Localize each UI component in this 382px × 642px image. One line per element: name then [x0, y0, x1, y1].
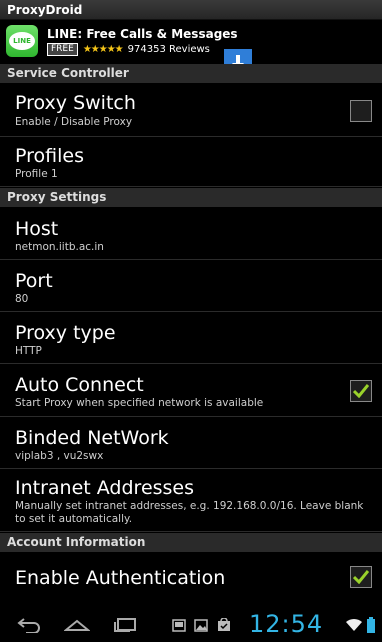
auto-connect-checkbox[interactable]: [350, 380, 372, 402]
line-app-icon: LINE: [6, 25, 38, 57]
proxy-switch-checkbox[interactable]: [350, 100, 372, 122]
pref-title: Intranet Addresses: [15, 477, 195, 499]
recent-apps-icon[interactable]: [110, 608, 140, 642]
wifi-icon: [344, 608, 364, 642]
system-navigation-bar: 12:54: [0, 608, 382, 642]
pref-summary: Profile 1: [15, 168, 58, 180]
pref-summary: Enable / Disable Proxy: [15, 116, 133, 128]
pref-summary: Start Proxy when specified network is av…: [15, 397, 264, 409]
section-header-proxy: Proxy Settings: [0, 188, 382, 207]
enable-auth-checkbox[interactable]: [350, 566, 372, 588]
app-title: ProxyDroid: [7, 3, 83, 17]
free-badge: FREE: [47, 43, 78, 56]
proxy-switch-pref[interactable]: Proxy Switch Enable / Disable Proxy: [0, 84, 382, 137]
auto-connect-pref[interactable]: Auto Connect Start Proxy when specified …: [0, 364, 382, 417]
enable-auth-pref[interactable]: Enable Authentication: [0, 553, 382, 608]
ad-title: LINE: Free Calls & Messages: [47, 27, 238, 41]
ad-logo-text: LINE: [9, 32, 35, 50]
pref-title: Enable Authentication: [15, 567, 226, 589]
pref-summary: netmon.iitb.ac.in: [15, 241, 104, 253]
pref-title: Auto Connect: [15, 374, 144, 396]
intranet-addresses-pref[interactable]: Intranet Addresses Manually set intranet…: [0, 469, 382, 532]
pref-summary: 80: [15, 293, 29, 305]
ad-subline: FREE ★★★★★ 974353 Reviews: [47, 43, 210, 56]
host-pref[interactable]: Host netmon.iitb.ac.in: [0, 208, 382, 260]
ad-banner[interactable]: LINE LINE: Free Calls & Messages FREE ★★…: [0, 21, 382, 77]
rating-stars-icon: ★★★★★: [82, 44, 124, 55]
proxy-type-pref[interactable]: Proxy type HTTP: [0, 312, 382, 364]
back-icon[interactable]: [14, 608, 44, 642]
market-notification-icon: [216, 608, 232, 642]
pref-title: Profiles: [15, 145, 84, 167]
section-header-service: Service Controller: [0, 64, 382, 83]
review-count: 974353 Reviews: [127, 44, 210, 55]
home-icon[interactable]: [62, 608, 92, 642]
check-icon: [353, 570, 369, 584]
pref-summary: Manually set intranet addresses, e.g. 19…: [15, 500, 364, 525]
pref-title: Host: [15, 218, 59, 240]
section-header-account: Account Information: [0, 533, 382, 552]
app-title-bar: ProxyDroid: [0, 0, 382, 20]
profiles-pref[interactable]: Profiles Profile 1: [0, 137, 382, 187]
pref-title: Binded NetWork: [15, 427, 169, 449]
pref-title: Proxy type: [15, 322, 116, 344]
pref-summary: viplab3 , vu2swx: [15, 450, 104, 462]
port-pref[interactable]: Port 80: [0, 260, 382, 312]
status-clock: 12:54: [249, 610, 324, 638]
pref-title: Port: [15, 270, 53, 292]
check-icon: [353, 384, 369, 398]
battery-icon: [366, 608, 376, 642]
pref-title: Proxy Switch: [15, 92, 136, 114]
screenshot-notification-icon: [171, 608, 187, 642]
binded-network-pref[interactable]: Binded NetWork viplab3 , vu2swx: [0, 417, 382, 469]
pref-summary: HTTP: [15, 345, 42, 357]
gallery-notification-icon: [193, 608, 209, 642]
